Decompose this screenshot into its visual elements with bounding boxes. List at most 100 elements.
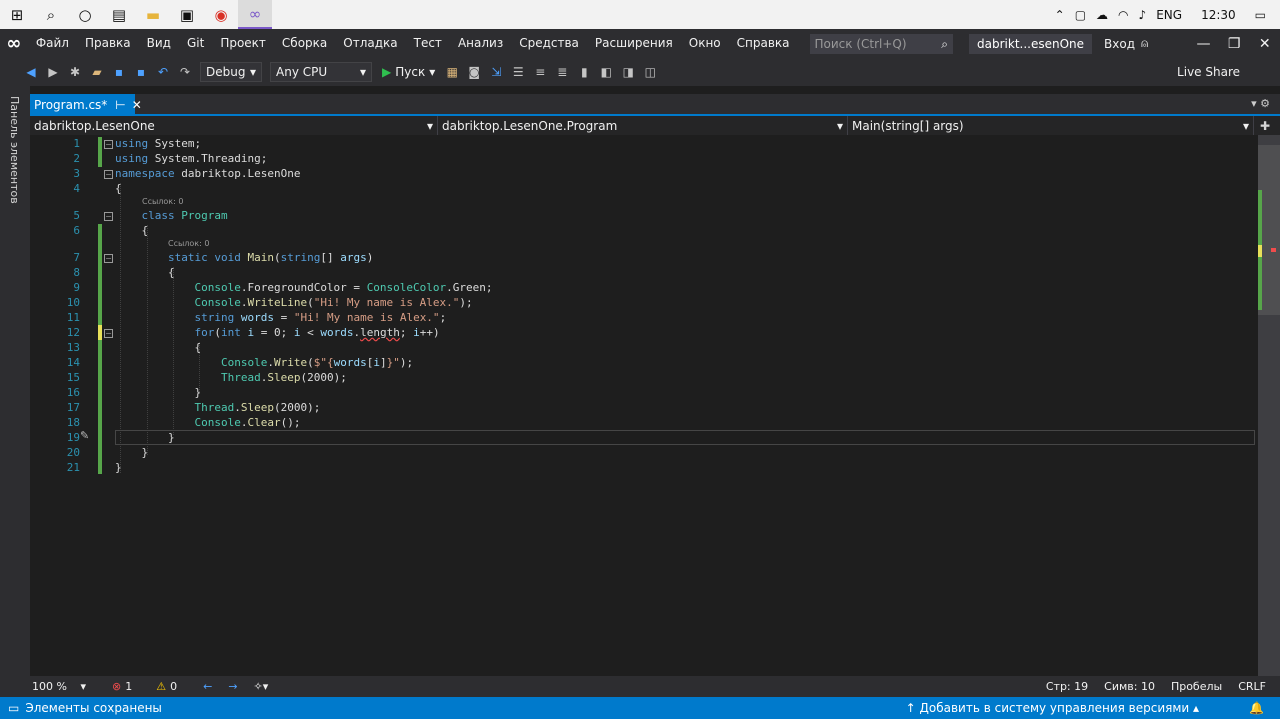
menu-help[interactable]: Справка xyxy=(729,29,798,58)
chevron-up-icon[interactable]: ⌃ xyxy=(1055,8,1065,22)
fold-toggle[interactable]: − xyxy=(104,140,113,149)
member-dropdown[interactable]: Main(string[] args) ▾ xyxy=(848,116,1254,135)
menu-git[interactable]: Git xyxy=(179,29,212,58)
windows-start-icon[interactable]: ⊞ xyxy=(0,0,34,29)
code-line[interactable]: Console.Write($"{words[i]}"); xyxy=(115,356,413,369)
code-line[interactable]: { xyxy=(115,266,175,279)
zoom-dropdown[interactable]: 100 % ▾ xyxy=(32,680,86,693)
code-line[interactable]: class Program xyxy=(115,209,228,222)
onedrive-icon[interactable]: ☁ xyxy=(1096,8,1108,22)
next-issue-icon[interactable]: → xyxy=(228,680,237,693)
project-dropdown[interactable]: dabriktop.LesenOne ▾ xyxy=(30,116,438,135)
task-view-icon[interactable]: ▤ xyxy=(102,0,136,29)
prev-bookmark-icon[interactable]: ◧ xyxy=(597,63,615,81)
fold-toggle[interactable]: − xyxy=(104,329,113,338)
browse-icon[interactable]: ▦ xyxy=(443,63,461,81)
menu-test[interactable]: Тест xyxy=(406,29,450,58)
close-icon[interactable]: ✕ xyxy=(1249,36,1280,52)
forward-icon[interactable]: ▶ xyxy=(44,63,62,81)
fold-toggle[interactable]: − xyxy=(104,170,113,179)
split-icon[interactable]: ✚ xyxy=(1260,119,1270,133)
warnings-indicator[interactable]: ⚠ 0 xyxy=(156,680,177,693)
back-icon[interactable]: ◀ xyxy=(22,63,40,81)
sign-in-button[interactable]: Вход xyxy=(1104,37,1135,51)
menu-debug[interactable]: Отладка xyxy=(335,29,405,58)
save-icon[interactable]: ▪ xyxy=(110,63,128,81)
meet-now-icon[interactable]: ▢ xyxy=(1075,8,1086,22)
code-line[interactable]: using System.Threading; xyxy=(115,152,267,165)
file-explorer-icon[interactable]: ▬ xyxy=(136,0,170,29)
code-line[interactable]: namespace dabriktop.LesenOne xyxy=(115,167,300,180)
code-line[interactable]: Console.WriteLine("Hi! My name is Alex."… xyxy=(115,296,472,309)
code-cleanup-icon[interactable]: ✧▾ xyxy=(254,680,269,693)
code-editor[interactable]: 1 2 3 4 5 6 7 8 9 10 11 12 13 14 15 16 1… xyxy=(30,135,1258,676)
search-input[interactable]: Поиск (Ctrl+Q) ⌕ xyxy=(809,33,954,54)
code-line[interactable]: Console.Clear(); xyxy=(115,416,300,429)
quick-actions-icon[interactable]: ✎ xyxy=(80,429,89,442)
uncomment-icon[interactable]: ≣ xyxy=(553,63,571,81)
menu-build[interactable]: Сборка xyxy=(274,29,335,58)
run-button[interactable]: ▶ Пуск ▾ xyxy=(382,65,435,79)
code-line[interactable]: using System; xyxy=(115,137,201,150)
user-icon[interactable]: ⍝ xyxy=(1141,36,1148,51)
redo-icon[interactable]: ↷ xyxy=(176,63,194,81)
notifications-icon[interactable]: 🔔 xyxy=(1249,701,1264,715)
code-line[interactable]: string words = "Hi! My name is Alex."; xyxy=(115,311,446,324)
menu-window[interactable]: Окно xyxy=(681,29,729,58)
cursor-line[interactable]: Стр: 19 xyxy=(1046,680,1088,693)
menu-extensions[interactable]: Расширения xyxy=(587,29,681,58)
add-to-source-control-button[interactable]: ↑ Добавить в систему управления версиями… xyxy=(906,701,1199,715)
restore-icon[interactable]: ❐ xyxy=(1219,36,1250,52)
language-indicator[interactable]: ENG xyxy=(1156,8,1182,22)
line-endings[interactable]: CRLF xyxy=(1238,680,1266,693)
code-lens-references[interactable]: Ссылок: 0 xyxy=(168,239,209,248)
code-line[interactable]: { xyxy=(115,341,201,354)
menu-analyze[interactable]: Анализ xyxy=(450,29,511,58)
bookmark-icon[interactable]: ▮ xyxy=(575,63,593,81)
whitespace-mode[interactable]: Пробелы xyxy=(1171,680,1222,693)
close-icon[interactable]: ✕ xyxy=(132,98,142,112)
next-bookmark-icon[interactable]: ◨ xyxy=(619,63,637,81)
menu-edit[interactable]: Правка xyxy=(77,29,139,58)
pin-icon[interactable]: ⊢ xyxy=(115,98,125,112)
code-line[interactable]: { xyxy=(115,182,122,195)
class-dropdown[interactable]: dabriktop.LesenOne.Program ▾ xyxy=(438,116,848,135)
code-lens-references[interactable]: Ссылок: 0 xyxy=(142,197,183,206)
code-line[interactable]: } xyxy=(115,431,175,444)
menu-view[interactable]: Вид xyxy=(139,29,179,58)
new-project-icon[interactable]: ✱ xyxy=(66,63,84,81)
fold-toggle[interactable]: − xyxy=(104,212,113,221)
store-icon[interactable]: ▣ xyxy=(170,0,204,29)
wifi-icon[interactable]: ◠ xyxy=(1118,8,1128,22)
undo-icon[interactable]: ↶ xyxy=(154,63,172,81)
visual-studio-taskbar-icon[interactable]: ∞ xyxy=(238,0,272,29)
menu-project[interactable]: Проект xyxy=(212,29,274,58)
toolbox-panel[interactable]: Панель элементов xyxy=(0,86,30,697)
cursor-column[interactable]: Симв: 10 xyxy=(1104,680,1155,693)
tab-program-cs[interactable]: Program.cs* ⊢ ✕ xyxy=(30,94,142,116)
search-icon[interactable]: ⌕ xyxy=(34,0,68,29)
clock[interactable]: 12:30 xyxy=(1201,8,1236,22)
code-line[interactable]: Console.ForegroundColor = ConsoleColor.G… xyxy=(115,281,492,294)
open-folder-icon[interactable]: ▰ xyxy=(88,63,106,81)
toolbox-label[interactable]: Панель элементов xyxy=(8,96,21,204)
notification-icon[interactable]: ▭ xyxy=(1255,8,1266,22)
fold-toggle[interactable]: − xyxy=(104,254,113,263)
chrome-icon[interactable]: ◉ xyxy=(204,0,238,29)
menu-tools[interactable]: Средства xyxy=(511,29,587,58)
code-line[interactable]: for(int i = 0; i < words.length; i++) xyxy=(115,326,439,339)
minimize-icon[interactable]: — xyxy=(1188,36,1219,52)
comment-icon[interactable]: ≡ xyxy=(531,63,549,81)
format-icon[interactable]: ☰ xyxy=(509,63,527,81)
code-line[interactable]: Thread.Sleep(2000); xyxy=(115,401,320,414)
code-line[interactable]: static void Main(string[] args) xyxy=(115,251,373,264)
tab-list-icon[interactable]: ▾ ⚙ xyxy=(1251,97,1270,110)
code-line[interactable]: { xyxy=(115,224,148,237)
code-line[interactable]: } xyxy=(115,386,201,399)
save-all-icon[interactable]: ▪ xyxy=(132,63,150,81)
code-line[interactable]: } xyxy=(115,446,148,459)
step-icon[interactable]: ⇲ xyxy=(487,63,505,81)
code-line[interactable]: } xyxy=(115,461,122,474)
live-share-button[interactable]: Live Share xyxy=(1177,65,1240,79)
cortana-icon[interactable]: ○ xyxy=(68,0,102,29)
